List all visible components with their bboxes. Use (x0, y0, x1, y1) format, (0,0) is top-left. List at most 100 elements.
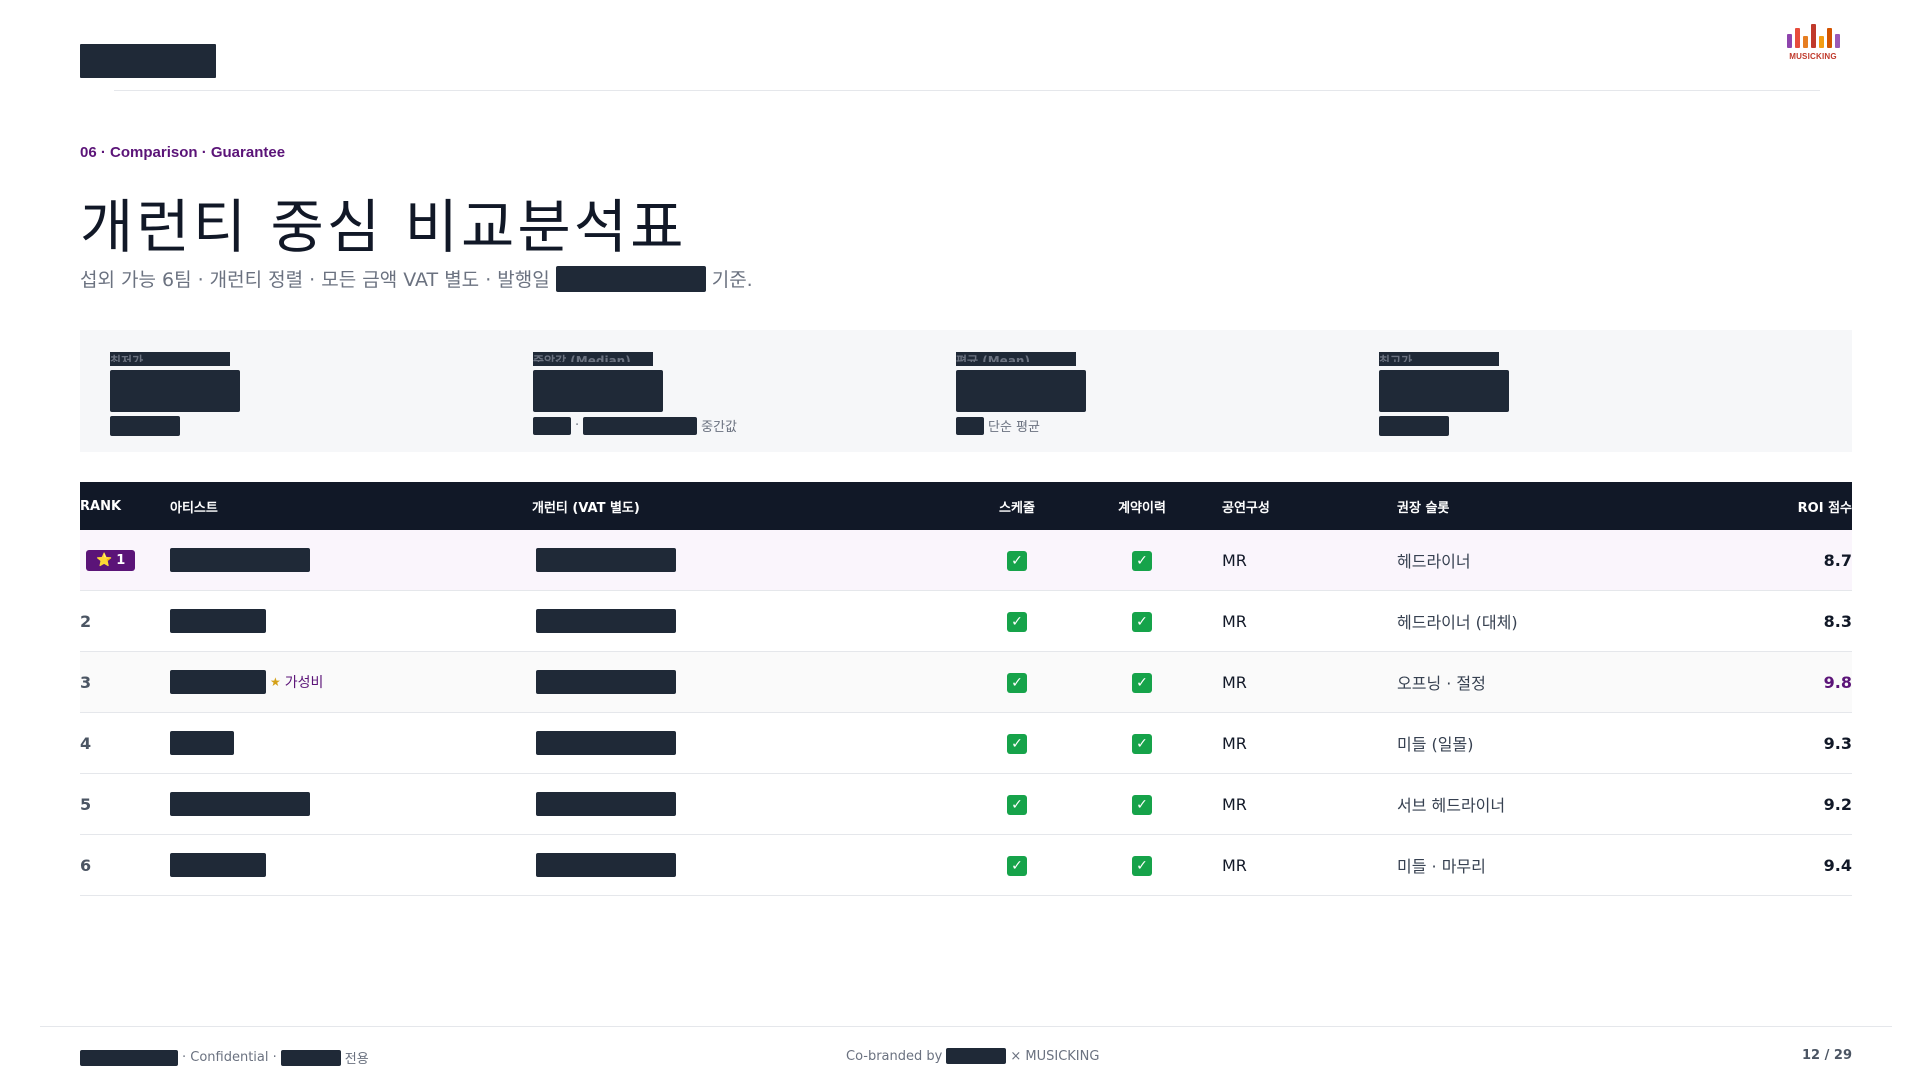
stat-note (110, 416, 490, 436)
redacted-guarantee (536, 731, 676, 755)
footer-confidential: · Confidential · (182, 1050, 277, 1065)
redacted-stat-value (956, 370, 1086, 412)
roi-cell: 8.3 (1823, 611, 1852, 631)
stat-mean: 평균 (Mean) 단순 평균 (956, 352, 1336, 452)
stat-note-text: 단순 평균 (988, 420, 1040, 435)
redacted-artist (170, 731, 234, 755)
col-slot[interactable]: 권장 슬롯 (1382, 497, 1682, 516)
check-icon: ✓ (1132, 855, 1152, 876)
footer-divider (40, 1026, 1892, 1027)
config-cell: MR (1222, 611, 1247, 631)
check-icon: ✓ (1007, 733, 1027, 754)
roi-cell: 9.3 (1823, 733, 1852, 753)
table-row[interactable]: 6 ✓ ✓ MR 미들 · 마무리 9.4 (80, 835, 1852, 896)
rank-cell: 2 (80, 611, 92, 631)
logo-text: MUSICKING (1789, 52, 1837, 61)
redacted-client-logo (80, 44, 216, 78)
check-icon: ✓ (1007, 794, 1027, 815)
footer-left: · Confidential · 전용 (80, 1048, 369, 1067)
col-rank[interactable]: RANK (80, 499, 170, 514)
stat-label: 중앙값 (Median) (533, 354, 631, 362)
redacted-guarantee (536, 853, 676, 877)
redacted-client (80, 1049, 178, 1066)
stat-note-text: 중간값 (701, 420, 738, 435)
table-row[interactable]: 5 ✓ ✓ MR 서브 헤드라이너 9.2 (80, 774, 1852, 835)
star-icon: ★ (270, 675, 281, 689)
config-cell: MR (1222, 672, 1247, 692)
config-cell: MR (1222, 733, 1247, 753)
page-number: 12 / 29 (1802, 1048, 1852, 1063)
footer-exclusive: 전용 (344, 1052, 369, 1067)
slot-cell: 헤드라이너 (대체) (1397, 613, 1518, 632)
value-tag: 가성비 (284, 675, 324, 691)
table-row[interactable]: 2 ✓ ✓ MR 헤드라이너 (대체) 8.3 (80, 591, 1852, 652)
redacted-note (583, 416, 698, 435)
redacted-client (280, 1049, 341, 1066)
stat-max: 최고가 (1379, 352, 1759, 452)
col-roi[interactable]: ROI 점수 (1682, 497, 1852, 516)
roi-cell: 9.4 (1823, 855, 1852, 875)
table-row[interactable]: 3 ★ 가성비 ✓ ✓ MR 오프닝 · 절정 9.8 (80, 652, 1852, 713)
redacted-stat-value (533, 370, 663, 412)
stat-note: · 중간값 (533, 416, 913, 435)
redacted-note (533, 416, 571, 435)
check-icon: ✓ (1132, 550, 1152, 571)
config-cell: MR (1222, 855, 1247, 875)
redacted-guarantee (536, 792, 676, 816)
check-icon: ✓ (1132, 794, 1152, 815)
star-icon: ⭐ (96, 553, 113, 568)
stat-note: 단순 평균 (956, 416, 1336, 435)
redacted-note (1379, 416, 1449, 436)
section-eyebrow: 06 · Comparison · Guarantee (80, 144, 286, 161)
stats-band: 최저가 중앙값 (Median) · 중간값 평균 (Mean) 단순 평균 최… (80, 330, 1852, 452)
roi-cell: 9.2 (1823, 794, 1852, 814)
col-contract[interactable]: 계약이력 (1092, 497, 1192, 516)
stat-label: 최저가 (110, 354, 144, 362)
stat-label: 최고가 (1379, 354, 1413, 362)
stat-label: 평균 (Mean) (956, 354, 1030, 362)
rank-cell: 6 (80, 855, 92, 875)
footer-cobrand-suffix: × MUSICKING (1010, 1048, 1100, 1064)
check-icon: ✓ (1007, 611, 1027, 632)
redacted-client (946, 1048, 1007, 1064)
page-title: 개런티 중심 비교분석표 (80, 193, 687, 261)
rank-cell: 5 (80, 794, 92, 814)
redacted-stat-value (1379, 370, 1509, 412)
redacted-artist (170, 609, 266, 633)
col-schedule[interactable]: 스케줄 (942, 497, 1092, 516)
redacted-note (956, 416, 984, 435)
table-row[interactable]: ⭐ 1 ✓ ✓ MR 헤드라이너 8.7 (80, 530, 1852, 591)
footer-cobrand-prefix: Co-branded by (846, 1048, 943, 1064)
check-icon: ✓ (1007, 672, 1027, 693)
rank-cell: 3 (80, 672, 92, 692)
redacted-artist (170, 792, 310, 816)
header-divider (114, 90, 1820, 91)
redacted-artist (170, 853, 266, 877)
check-icon: ✓ (1007, 855, 1027, 876)
subtitle-text: 섭외 가능 6팀 · 개런티 정렬 · 모든 금액 VAT 별도 · 발행일 (80, 269, 550, 291)
col-artist[interactable]: 아티스트 (170, 497, 532, 516)
comparison-table: RANK 아티스트 개런티 (VAT 별도) 스케줄 계약이력 공연구성 권장 … (80, 482, 1852, 896)
redacted-guarantee (536, 670, 676, 694)
slot-cell: 미들 (일몰) (1397, 735, 1474, 754)
logo-bars-icon (1782, 22, 1844, 48)
table-row[interactable]: 4 ✓ ✓ MR 미들 (일몰) 9.3 (80, 713, 1852, 774)
redacted-note (110, 416, 180, 436)
page-subtitle: 섭외 가능 6팀 · 개런티 정렬 · 모든 금액 VAT 별도 · 발행일 기… (80, 265, 753, 292)
roi-cell: 8.7 (1823, 550, 1852, 570)
stat-median: 중앙값 (Median) · 중간값 (533, 352, 913, 452)
redacted-artist (170, 548, 310, 572)
slot-cell: 미들 · 마무리 (1397, 857, 1486, 876)
col-guarantee[interactable]: 개런티 (VAT 별도) (532, 497, 942, 516)
check-icon: ✓ (1132, 733, 1152, 754)
config-cell: MR (1222, 550, 1247, 570)
redacted-stat-value (110, 370, 240, 412)
col-config[interactable]: 공연구성 (1192, 497, 1382, 516)
subtitle-suffix: 기준. (711, 269, 753, 291)
slot-cell: 헤드라이너 (1397, 552, 1471, 571)
redacted-date (555, 265, 706, 292)
rank-cell: 4 (80, 733, 92, 753)
top-rank-badge: ⭐ 1 (86, 550, 136, 571)
stat-min: 최저가 (110, 352, 490, 452)
config-cell: MR (1222, 794, 1247, 814)
